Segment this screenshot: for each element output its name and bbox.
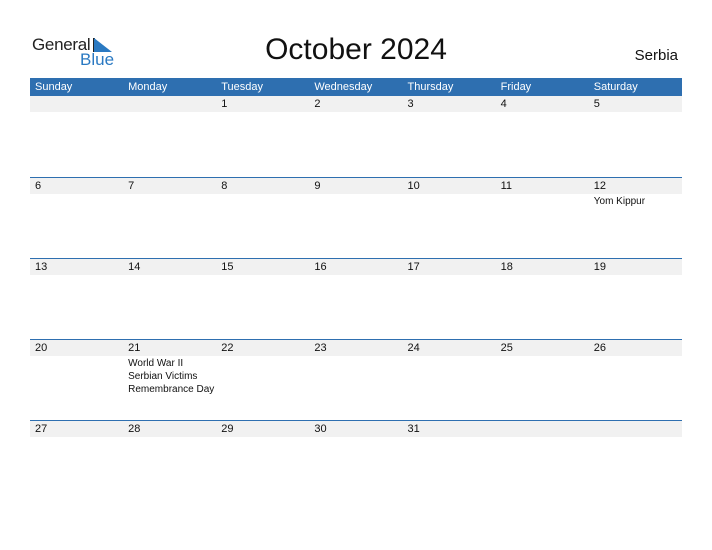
day-cell: 19 bbox=[589, 259, 682, 339]
weekday-tuesday: Tuesday bbox=[221, 81, 264, 93]
day-number: 25 bbox=[500, 342, 513, 354]
day-number: 9 bbox=[314, 180, 321, 192]
day-cell: 11 bbox=[496, 178, 589, 258]
day-number: 8 bbox=[221, 180, 228, 192]
day-cell bbox=[30, 96, 123, 177]
day-cell: 30 bbox=[309, 421, 402, 501]
day-cell: 25 bbox=[496, 340, 589, 420]
day-number: 2 bbox=[314, 98, 321, 110]
week-row: 20 21 World War II Serbian Victims Remembr… bbox=[30, 339, 682, 420]
day-cell: 10 bbox=[403, 178, 496, 258]
day-cell: 14 bbox=[123, 259, 216, 339]
day-cell: 27 bbox=[30, 421, 123, 501]
day-number: 22 bbox=[221, 342, 234, 354]
day-cell: 28 bbox=[123, 421, 216, 501]
day-cell bbox=[123, 96, 216, 177]
day-cell: 23 bbox=[309, 340, 402, 420]
day-number: 29 bbox=[221, 423, 234, 435]
day-number: 11 bbox=[500, 180, 513, 192]
day-cell: 8 bbox=[216, 178, 309, 258]
week-row: 1 2 3 4 5 bbox=[30, 96, 682, 177]
day-number: 30 bbox=[314, 423, 327, 435]
day-number: 3 bbox=[407, 98, 414, 110]
day-cell bbox=[589, 421, 682, 501]
weekday-thursday: Thursday bbox=[407, 81, 454, 93]
day-cell: 5 bbox=[589, 96, 682, 177]
day-cell: 21 World War II Serbian Victims Remembran… bbox=[123, 340, 216, 420]
day-number: 4 bbox=[500, 98, 507, 110]
day-cell: 15 bbox=[216, 259, 309, 339]
day-cell: 22 bbox=[216, 340, 309, 420]
day-cell: 2 bbox=[309, 96, 402, 177]
week-row: 27 28 29 30 31 bbox=[30, 420, 682, 501]
day-cell: 6 bbox=[30, 178, 123, 258]
day-cell: 20 bbox=[30, 340, 123, 420]
day-number: 14 bbox=[128, 261, 141, 273]
day-number: 31 bbox=[407, 423, 420, 435]
day-cell: 13 bbox=[30, 259, 123, 339]
weekday-header: Sunday Monday Tuesday Wednesday Thursday Frid… bbox=[30, 78, 682, 96]
day-cell: 18 bbox=[496, 259, 589, 339]
weekday-saturday: Saturday bbox=[593, 81, 638, 93]
day-number: 19 bbox=[593, 261, 606, 273]
holiday-label: World War II Serbian Victims Remembrance… bbox=[128, 358, 215, 395]
calendar-grid: Sunday Monday Tuesday Wednesday Thursday Frid… bbox=[30, 78, 682, 501]
day-number: 10 bbox=[407, 180, 420, 192]
day-number: 5 bbox=[593, 98, 600, 110]
day-cell: 17 bbox=[403, 259, 496, 339]
day-cell: 16 bbox=[309, 259, 402, 339]
day-number: 13 bbox=[35, 261, 48, 273]
day-number: 21 bbox=[128, 342, 141, 354]
weekday-friday: Friday bbox=[500, 81, 532, 93]
page-title: October 2024 bbox=[265, 33, 447, 66]
day-number: 15 bbox=[221, 261, 234, 273]
day-number: 24 bbox=[407, 342, 420, 354]
day-number: 23 bbox=[314, 342, 327, 354]
day-number: 28 bbox=[128, 423, 141, 435]
day-cell: 1 bbox=[216, 96, 309, 177]
weekday-sunday: Sunday bbox=[35, 81, 73, 93]
day-number: 6 bbox=[35, 180, 42, 192]
day-number: 16 bbox=[314, 261, 327, 273]
day-cell: 3 bbox=[403, 96, 496, 177]
day-cell: 7 bbox=[123, 178, 216, 258]
day-cell: 9 bbox=[309, 178, 402, 258]
day-cell: 12 Yom Kippur bbox=[589, 178, 682, 258]
day-cell: 26 bbox=[589, 340, 682, 420]
day-cell: 29 bbox=[216, 421, 309, 501]
weekday-monday: Monday bbox=[128, 81, 168, 93]
day-number: 20 bbox=[35, 342, 48, 354]
week-row: 6 7 8 9 10 11 12 Yom Kippur bbox=[30, 177, 682, 258]
weekday-wednesday: Wednesday bbox=[314, 81, 373, 93]
day-number: 1 bbox=[221, 98, 228, 110]
country-label: Serbia bbox=[634, 47, 678, 64]
week-row: 13 14 15 16 17 18 19 bbox=[30, 258, 682, 339]
day-number: 7 bbox=[128, 180, 135, 192]
day-cell: 4 bbox=[496, 96, 589, 177]
day-cell bbox=[496, 421, 589, 501]
day-cell: 31 bbox=[403, 421, 496, 501]
holiday-label: Yom Kippur bbox=[593, 196, 646, 207]
day-number: 17 bbox=[407, 261, 420, 273]
day-number: 12 bbox=[593, 180, 606, 192]
day-number: 18 bbox=[500, 261, 513, 273]
day-number: 27 bbox=[35, 423, 48, 435]
day-cell: 24 bbox=[403, 340, 496, 420]
day-number: 26 bbox=[593, 342, 606, 354]
